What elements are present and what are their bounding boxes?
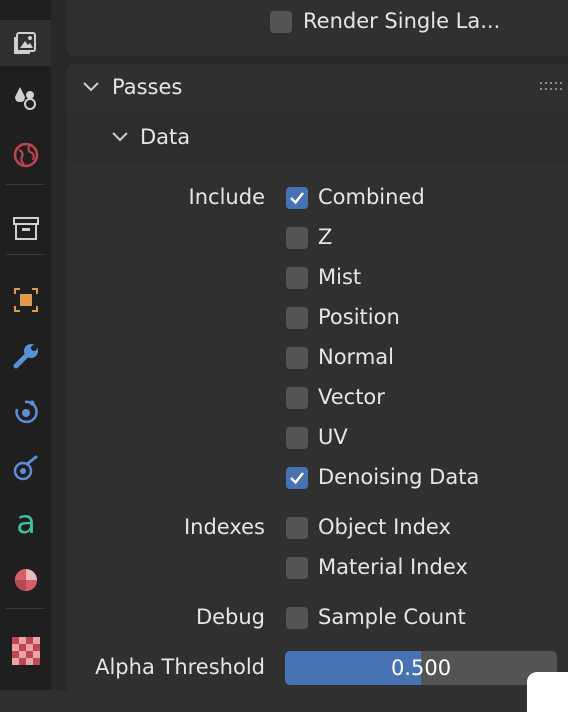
tab-particles[interactable] (0, 389, 51, 435)
normal-label: Normal (318, 345, 394, 369)
sidebar-separator (6, 184, 45, 185)
modifier-wrench-icon (13, 344, 38, 369)
properties-tab-sidebar: a (0, 0, 51, 690)
alpha-threshold-value: 0.500 (390, 656, 452, 680)
tab-scene[interactable] (0, 132, 51, 178)
sample-count-checkbox[interactable] (286, 607, 308, 629)
tab-collection[interactable] (0, 277, 51, 323)
render-single-layer-checkbox[interactable] (270, 11, 292, 33)
world-properties-icon (12, 217, 39, 240)
checkmark-icon (290, 192, 304, 205)
tab-physics[interactable] (0, 445, 51, 491)
denoising-data-checkbox[interactable] (286, 467, 308, 489)
debug-label: Debug (195, 605, 265, 629)
alpha-threshold-label: Alpha Threshold (95, 655, 265, 679)
passes-panel-title: Passes (112, 75, 183, 99)
texture-checker-icon (11, 637, 40, 665)
particles-icon (14, 400, 38, 424)
chevron-down-icon (112, 132, 128, 142)
z-checkbox[interactable] (286, 227, 308, 249)
scene-properties-icon (13, 142, 38, 168)
material-index-label: Material Index (318, 555, 468, 579)
uv-label: UV (318, 425, 348, 449)
uv-checkbox[interactable] (286, 427, 308, 449)
z-label: Z (318, 225, 333, 249)
sample-count-label: Sample Count (318, 605, 466, 629)
vector-checkbox[interactable] (286, 387, 308, 409)
collection-properties-icon (13, 288, 38, 312)
tool-tab[interactable] (0, 0, 51, 20)
normal-checkbox[interactable] (286, 347, 308, 369)
chevron-down-icon (83, 82, 99, 92)
view-layer-icon (14, 87, 36, 110)
mist-label: Mist (318, 265, 362, 289)
tab-object-data[interactable]: a (0, 501, 51, 547)
alpha-threshold-slider[interactable]: 0.500 (285, 651, 557, 685)
tab-world[interactable] (0, 206, 51, 252)
combined-label: Combined (318, 185, 425, 209)
data-subpanel-title: Data (140, 125, 191, 149)
combined-checkbox[interactable] (286, 187, 308, 209)
indexes-label: Indexes (183, 515, 265, 539)
object-index-checkbox[interactable] (286, 517, 308, 539)
region-corner (527, 672, 568, 712)
object-index-label: Object Index (318, 515, 451, 539)
denoising-data-label: Denoising Data (318, 465, 480, 489)
svg-text:a: a (16, 507, 36, 541)
material-index-checkbox[interactable] (286, 557, 308, 579)
tab-texture[interactable] (0, 628, 51, 674)
include-label: Include (188, 185, 265, 209)
mist-checkbox[interactable] (286, 267, 308, 289)
object-data-icon: a (16, 507, 36, 541)
drag-handle-icon[interactable] (540, 82, 562, 92)
material-icon (14, 569, 37, 591)
sidebar-separator (6, 608, 45, 609)
data-subpanel-header[interactable]: Data (67, 118, 568, 156)
position-label: Position (318, 305, 400, 329)
tab-view-layer[interactable] (0, 74, 51, 120)
tab-material[interactable] (0, 557, 51, 603)
sidebar-separator (6, 254, 45, 255)
tab-output[interactable] (0, 20, 51, 66)
render-single-layer-label: Render Single La... (303, 9, 501, 33)
checkmark-icon (290, 472, 304, 485)
output-properties-icon (13, 32, 36, 54)
tab-modifiers[interactable] (0, 333, 51, 379)
position-checkbox[interactable] (286, 307, 308, 329)
passes-panel-header[interactable]: Passes (67, 70, 568, 106)
vector-label: Vector (318, 385, 385, 409)
physics-icon (13, 455, 37, 481)
